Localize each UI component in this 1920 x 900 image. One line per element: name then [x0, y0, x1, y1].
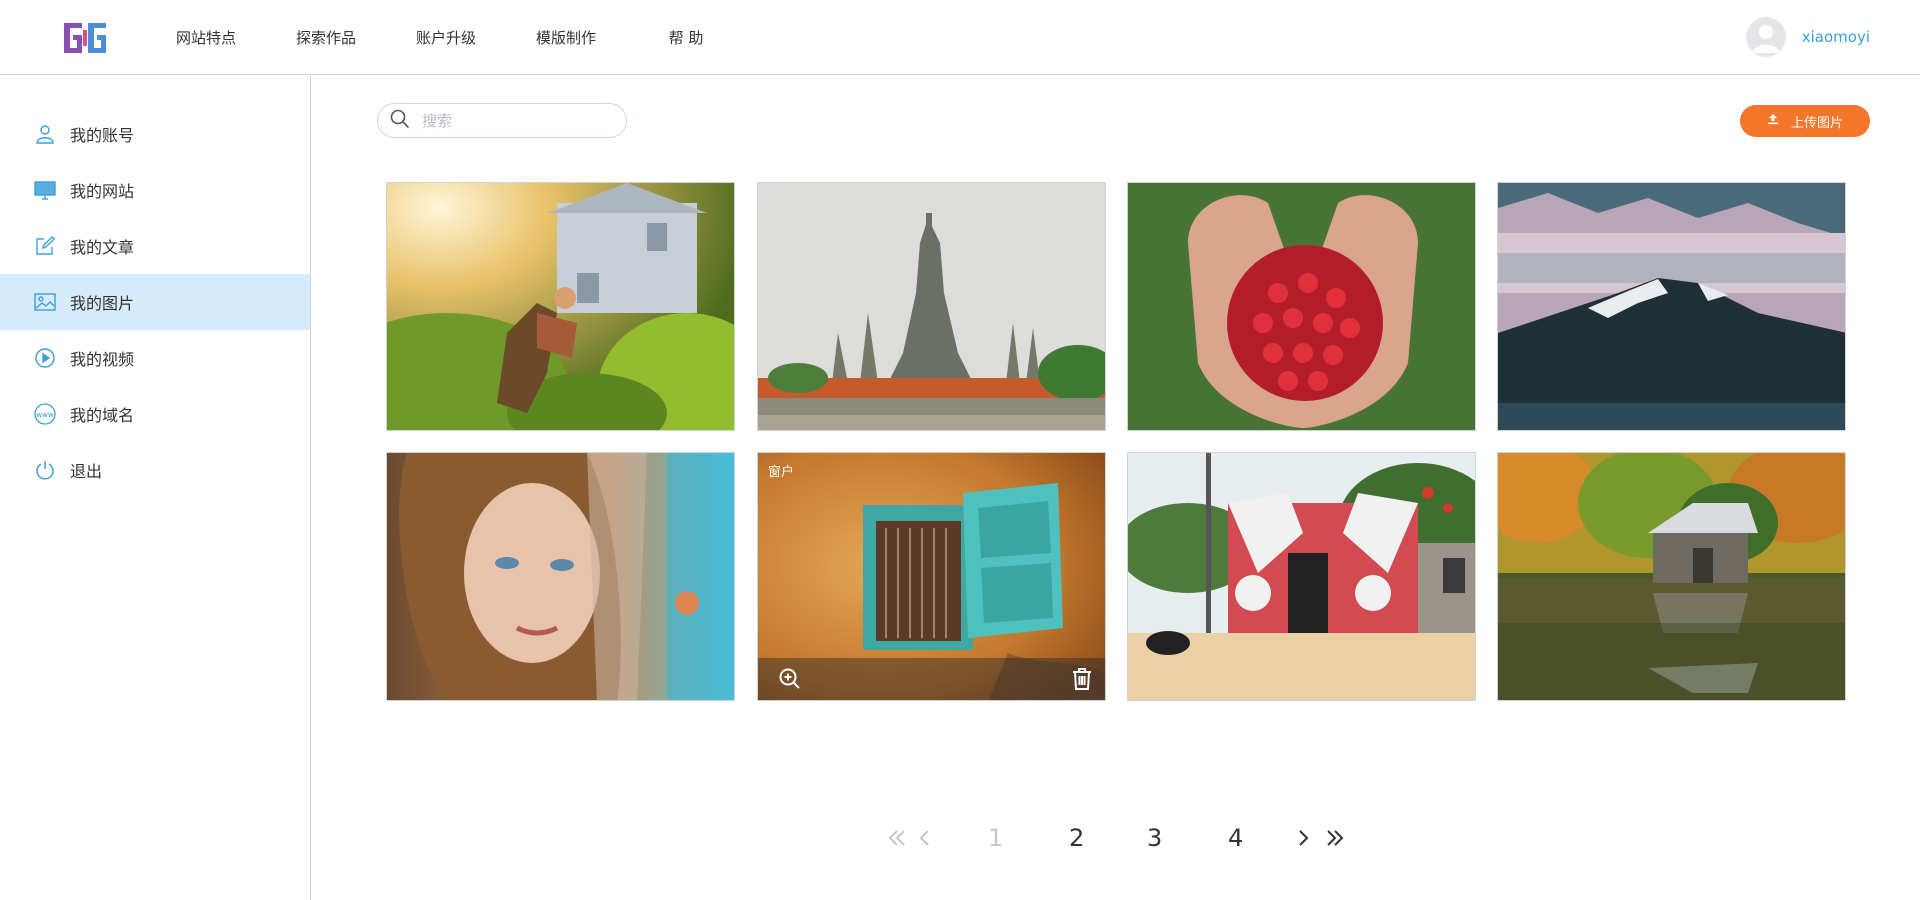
- search-box[interactable]: [377, 103, 627, 138]
- gallery-image[interactable]: [386, 182, 735, 431]
- top-header: 网站特点 探索作品 账户升级 模版制作 帮 助 xiaomoyi: [0, 0, 1920, 75]
- gallery-image[interactable]: [1127, 182, 1476, 431]
- image-woman-portrait: [387, 453, 734, 700]
- nav-templates[interactable]: 模版制作: [506, 27, 626, 48]
- sidebar-item-images[interactable]: 我的图片: [0, 274, 310, 330]
- sidebar-item-label: 退出: [70, 462, 103, 481]
- page-2[interactable]: 2: [1069, 824, 1084, 852]
- last-page-icon[interactable]: [1326, 826, 1344, 854]
- nav-explore[interactable]: 探索作品: [266, 27, 386, 48]
- sidebar: 我的账号 我的网站 我的文章 我的图片 我的视频 www 我的域名 退出: [0, 76, 311, 900]
- upload-icon: [1767, 113, 1779, 129]
- www-icon: www: [34, 403, 56, 425]
- card-action-bar: [758, 658, 1105, 700]
- logo[interactable]: [62, 20, 110, 56]
- svg-text:www: www: [36, 411, 53, 419]
- sidebar-item-account[interactable]: 我的账号: [0, 106, 310, 162]
- sidebar-item-articles[interactable]: 我的文章: [0, 218, 310, 274]
- sidebar-item-website[interactable]: 我的网站: [0, 162, 310, 218]
- nav-upgrade[interactable]: 账户升级: [386, 27, 506, 48]
- gallery-image[interactable]: [1127, 452, 1476, 701]
- gallery-image[interactable]: [1497, 182, 1846, 431]
- image-woman-gardening: [387, 183, 734, 430]
- sidebar-item-domains[interactable]: www 我的域名: [0, 386, 310, 442]
- search-input[interactable]: [420, 110, 600, 131]
- user-icon: [34, 123, 56, 145]
- card-title: 窗户: [768, 465, 795, 480]
- image-temple: [758, 183, 1105, 430]
- gallery-image[interactable]: [757, 182, 1106, 431]
- upload-image-button[interactable]: 上传图片: [1740, 105, 1870, 137]
- first-page-icon[interactable]: [888, 826, 906, 854]
- image-mountain-lake: [1498, 183, 1845, 430]
- avatar[interactable]: [1745, 17, 1786, 57]
- nav-help[interactable]: 帮 助: [626, 27, 746, 48]
- search-icon: [390, 109, 410, 133]
- sidebar-item-label: 我的域名: [70, 406, 135, 425]
- image-icon: [34, 291, 56, 313]
- zoom-in-icon[interactable]: [778, 667, 802, 691]
- page-4[interactable]: 4: [1228, 824, 1243, 852]
- sidebar-item-label: 我的文章: [70, 238, 135, 257]
- edit-icon: [34, 235, 56, 257]
- upload-label: 上传图片: [1790, 115, 1843, 131]
- image-lake-boathouse: [1498, 453, 1845, 700]
- image-raspberries-in-hands: [1128, 183, 1475, 430]
- gallery-image[interactable]: [1497, 452, 1846, 701]
- next-page-icon[interactable]: [1298, 826, 1310, 854]
- page-1[interactable]: 1: [988, 824, 1003, 852]
- main-nav: 网站特点 探索作品 账户升级 模版制作 帮 助: [146, 0, 746, 75]
- image-painted-house: [1128, 453, 1475, 700]
- page-3[interactable]: 3: [1147, 824, 1162, 852]
- sidebar-item-label: 我的网站: [70, 182, 135, 201]
- nav-features[interactable]: 网站特点: [146, 27, 266, 48]
- sidebar-item-label: 我的图片: [70, 294, 135, 313]
- play-icon: [34, 347, 56, 369]
- trash-icon[interactable]: [1071, 667, 1093, 691]
- sidebar-item-label: 我的视频: [70, 350, 135, 369]
- sidebar-item-label: 我的账号: [70, 126, 135, 145]
- sidebar-item-logout[interactable]: 退出: [0, 442, 310, 498]
- user-menu[interactable]: xiaomoyi: [1745, 17, 1870, 57]
- username[interactable]: xiaomoyi: [1802, 28, 1870, 46]
- gallery-image-hovered[interactable]: 窗户: [757, 452, 1106, 701]
- gallery-image[interactable]: [386, 452, 735, 701]
- monitor-icon: [34, 179, 56, 201]
- power-icon: [34, 459, 56, 481]
- prev-page-icon[interactable]: [918, 826, 930, 854]
- sidebar-item-videos[interactable]: 我的视频: [0, 330, 310, 386]
